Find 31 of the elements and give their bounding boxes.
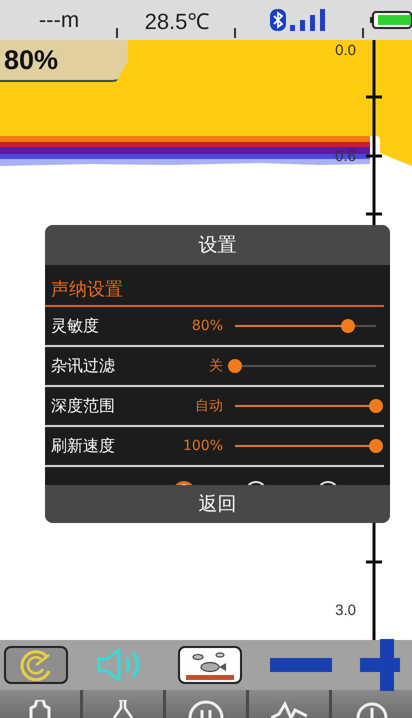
sonar-mode-button[interactable] (4, 646, 68, 684)
setting-label: 深度范围 (50, 396, 116, 416)
battery-icon (370, 11, 412, 29)
setting-label: 杂讯过滤 (50, 356, 116, 376)
bluetooth-icon (270, 9, 286, 31)
flask-tab[interactable] (83, 690, 163, 718)
setting-label: 灵敏度 (50, 316, 100, 336)
dialog-title: 设置 (45, 225, 390, 265)
power-tab[interactable] (332, 690, 412, 718)
wave-icon (271, 700, 307, 718)
depth-label: 0.0 (335, 42, 356, 59)
setting-value: 80% (190, 318, 224, 334)
circle-icon (188, 700, 224, 718)
circle-tab[interactable] (166, 690, 246, 718)
setting-value: 自动 (194, 397, 224, 415)
wave-tab[interactable] (249, 690, 329, 718)
setting-label: 刷新速度 (50, 436, 116, 456)
power-icon (354, 700, 390, 718)
flask-icon (110, 700, 136, 718)
section-header: 声纳设置 (45, 265, 384, 307)
depth-label: 3.0 (335, 602, 356, 619)
depth-reading: ---m (38, 7, 80, 33)
fish-view-button[interactable] (178, 646, 242, 684)
gauge-icon (19, 649, 53, 681)
sensitivity-badge: 80% (0, 40, 128, 82)
settings-tab[interactable] (0, 690, 80, 718)
back-button[interactable]: 返回 (45, 485, 390, 523)
temperature-reading: 28.5℃ (144, 8, 210, 35)
setting-value: 关 (208, 357, 224, 375)
plus-icon[interactable] (360, 639, 400, 691)
setting-value: 100% (182, 438, 224, 454)
